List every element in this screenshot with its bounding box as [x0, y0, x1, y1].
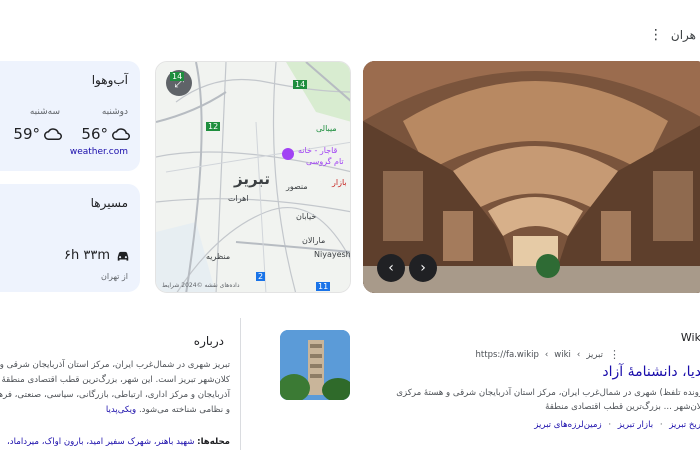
route-origin: از تهران [100, 272, 128, 281]
wikipedia-link[interactable]: ویکی‌پدیا [106, 405, 136, 415]
tower-image [280, 330, 350, 400]
sitelink-earthquakes[interactable]: زمین‌لرزه‌های تبریز [534, 420, 601, 430]
map-city-label: تبریز [234, 170, 271, 188]
sitelink-sep-2: · [608, 420, 612, 430]
map-label-manzarie: منظریه [206, 252, 231, 261]
map-label-khane: قاجار - خانه [298, 146, 338, 155]
top-strip: ⋮ هران [649, 28, 696, 42]
weather-card[interactable]: آب‌وهوا دوشنبه سه‌شنبه 56° 59° weather.c… [0, 61, 140, 171]
road-shield-14a: 14 [170, 72, 185, 81]
route-duration: ۶h ۳۳m [64, 248, 110, 263]
bazaar-photo[interactable]: ‹ › [363, 61, 700, 293]
result-breadcrumb[interactable]: ⋮ تبریز › wiki › https://fa.wikip [476, 348, 620, 361]
routes-card[interactable]: مسیرها ۶h ۳۳m از تهران [0, 184, 140, 292]
sitelink-sep-1: · [659, 420, 663, 430]
result-site-name[interactable]: Wiki [681, 331, 700, 344]
weather-day-2: سه‌شنبه [29, 107, 60, 117]
cloud-icon [44, 128, 62, 140]
map-attribution: داده‌های نقشه ©2024 شرایط [162, 282, 240, 289]
road-shield-2: 2 [256, 272, 266, 281]
weather-temp-2-value: 59° [13, 125, 40, 143]
photo-next-button[interactable]: › [409, 254, 437, 282]
about-neighborhoods: محله‌ها: شهید باهنر، شهرک سفیر امید، بار… [0, 437, 230, 447]
neighborhoods-label: محله‌ها: [197, 437, 230, 447]
car-icon [117, 251, 129, 261]
map-label-bazar: بازار [332, 178, 347, 187]
result-title-link[interactable]: پدیا، دانشنامهٔ آزاد [602, 364, 700, 380]
about-body: تبریز شهری در شمال‌غرب ایران، مرکز استان… [0, 358, 230, 418]
map-label-eram: اهرات [228, 194, 249, 203]
result-snippet: پرونده تلفظ) شهری در شمال‌غرب ایران، مرک… [396, 388, 700, 412]
result-sitelinks: تاریخ تبریز · بازار تبریز · زمین‌لرزه‌ها… [534, 420, 700, 430]
result-crumb-1: wiki [554, 349, 571, 360]
top-label: هران [670, 28, 696, 42]
more-options-icon[interactable]: ⋮ [649, 28, 663, 42]
route-time: ۶h ۳۳m [64, 248, 130, 263]
result-crumb-sep-2: › [544, 349, 549, 360]
weather-source-link[interactable]: weather.com [70, 147, 128, 157]
road-shield-11: 11 [316, 282, 331, 291]
map-label-mansour: منصور [286, 182, 308, 191]
map-label-emami: میبالی [316, 124, 337, 133]
section-divider [240, 318, 241, 450]
map-label-museum: تام گروسی [306, 157, 344, 166]
museum-pin-icon[interactable] [282, 148, 294, 160]
map-card[interactable]: ⤢ 14 14 12 2 11 میبالی قاجار - خانه تام … [155, 61, 351, 293]
result-more-icon[interactable]: ⋮ [609, 348, 620, 361]
weather-title: آب‌وهوا [91, 73, 128, 87]
road-shield-12: 12 [206, 122, 221, 131]
weather-temp-1-value: 56° [81, 125, 108, 143]
map-label-niyayesh: Niyayesh B [314, 250, 351, 259]
photo-prev-button[interactable]: ‹ [377, 254, 405, 282]
map-label-maralan: مارالان [302, 236, 326, 245]
result-crumb-sep-1: › [576, 349, 581, 360]
weather-temp-2: 59° [13, 125, 62, 143]
weather-day-1: دوشنبه [101, 107, 128, 117]
routes-title: مسیرها [90, 196, 128, 210]
result-crumb-2: تبریز [586, 349, 603, 360]
neighborhoods-list[interactable]: شهید باهنر، شهرک سفیر امید، بارون آواک، … [7, 437, 194, 447]
about-title: درباره [193, 334, 224, 348]
result-url: https://fa.wikip [475, 349, 539, 360]
weather-temp-1: 56° [81, 125, 130, 143]
cloud-icon [112, 128, 130, 140]
result-thumbnail[interactable] [280, 330, 350, 400]
sitelink-bazaar[interactable]: بازار تبریز [618, 420, 653, 430]
map-label-khayaban: خیابان [296, 212, 317, 221]
road-shield-14b: 14 [293, 80, 308, 89]
sitelink-history[interactable]: تاریخ تبریز [669, 420, 700, 430]
